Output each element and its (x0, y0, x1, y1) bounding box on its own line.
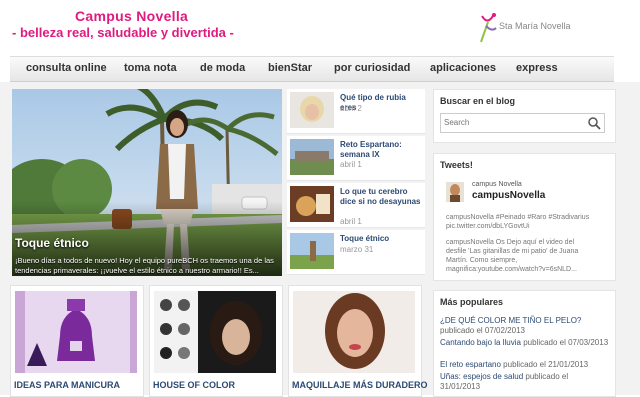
post-card[interactable]: IDEAS PARA MANICURA (10, 285, 144, 397)
search-icon[interactable] (587, 116, 601, 130)
popular-link[interactable]: El reto espartano (440, 360, 501, 369)
tweets-widget-title: Tweets! (440, 160, 473, 170)
post-thumbnail (290, 139, 334, 175)
brand-logo[interactable]: Sta María Novella (478, 12, 598, 46)
logo-mark-icon (480, 13, 497, 43)
featured-description: ¡Bueno días a todos de nuevo! Hoy el equ… (15, 256, 274, 275)
post-thumbnail (290, 92, 334, 128)
popular-link[interactable]: Uñas: espejos de salud (440, 372, 523, 381)
nav-item-toma-nota[interactable]: toma nota (124, 62, 177, 74)
nav-item-consulta-online[interactable]: consulta online (26, 62, 107, 74)
post-thumbnail (290, 186, 334, 222)
post-thumbnail (290, 233, 334, 269)
popular-date: publicado el 21/01/2013 (503, 360, 589, 369)
twitter-handle[interactable]: campusNovella (472, 190, 545, 201)
card-title[interactable]: MAQUILLAJE MÁS DURADERO (292, 380, 428, 390)
popular-widget-title: Más populares (440, 297, 504, 307)
popular-item: ¿DE QUÉ COLOR ME TIÑO EL PELO? publicado… (440, 316, 610, 336)
search-widget-title: Buscar en el blog (440, 96, 516, 106)
tweet-text-line: desfile 'Las gitanillas de mi patio' de … (446, 248, 579, 255)
post-title[interactable]: Reto Espartano: semana IX (340, 140, 422, 160)
post-date: abril 1 (340, 160, 362, 169)
post-date: abril 2 (340, 104, 362, 113)
post-title[interactable]: Toque étnico (340, 234, 422, 244)
post-card[interactable]: MAQUILLAJE MÁS DURADERO (288, 285, 428, 397)
tweet-text-line: Martín. Como siempre, (446, 257, 518, 264)
search-box (440, 113, 605, 133)
popular-link[interactable]: ¿DE QUÉ COLOR ME TIÑO EL PELO? (440, 316, 581, 325)
popular-date: publicado el 07/03/2013 (523, 338, 609, 347)
card-title[interactable]: IDEAS PARA MANICURA (14, 380, 120, 390)
twitter-avatar[interactable] (446, 182, 464, 202)
tweet-text-line: magnifica:youtube.com/watch?v=6sNLD... (446, 266, 577, 273)
tweets-widget: Tweets! campus Novella campusNovella cam… (433, 153, 616, 281)
post-card[interactable]: HOUSE OF COLOR (149, 285, 283, 397)
site-title[interactable]: Campus Novella (75, 8, 188, 24)
card-title[interactable]: HOUSE OF COLOR (153, 380, 235, 390)
popular-date: publicado el 07/02/2013 (440, 326, 525, 335)
popular-item: Uñas: espejos de salud publicado el 31/0… (440, 372, 610, 392)
list-item[interactable]: Lo que tu cerebro dice si no desayunas a… (287, 183, 425, 228)
popular-item: Cantando bajo la lluvia publicado el 07/… (440, 338, 610, 348)
featured-title[interactable]: Toque étnico (15, 236, 89, 250)
site-header: Campus Novella - belleza real, saludable… (0, 0, 640, 56)
post-date: marzo 31 (340, 245, 374, 254)
post-title[interactable]: Lo que tu cerebro dice si no desayunas (340, 187, 422, 207)
card-image (154, 291, 276, 373)
twitter-display-name: campus Novella (472, 181, 522, 188)
card-image (293, 291, 415, 373)
post-date: abril 1 (340, 217, 362, 226)
popular-link[interactable]: Cantando bajo la lluvia (440, 338, 521, 347)
nav-item-de-moda[interactable]: de moda (200, 62, 245, 74)
tweet-text: campusNovella #Peinado #Raro #Stradivari… (446, 214, 590, 230)
nav-item-aplicaciones[interactable]: aplicaciones (430, 62, 496, 74)
recent-posts-list: Qué tipo de rubia eres abril 2 Reto Espa… (287, 89, 425, 276)
featured-post[interactable]: Toque étnico ¡Bueno días a todos de nuev… (12, 89, 282, 276)
popular-posts-widget: Más populares ¿DE QUÉ COLOR ME TIÑO EL P… (433, 290, 616, 397)
search-input[interactable] (441, 114, 587, 130)
logo-text: Sta María Novella (499, 21, 571, 31)
site-tagline: - belleza real, saludable y divertida - (12, 25, 234, 40)
card-image (15, 291, 137, 373)
main-nav: consulta online toma nota de moda bienSt… (10, 56, 614, 82)
nav-item-por-curiosidad[interactable]: por curiosidad (334, 62, 410, 74)
list-item[interactable]: Toque étnico marzo 31 (287, 230, 425, 275)
search-widget: Buscar en el blog (433, 89, 616, 143)
popular-item: El reto espartano publicado el 21/01/201… (440, 360, 610, 370)
tweet-text-line: campusNovella Os Dejo aquí el video del (446, 239, 575, 246)
list-item[interactable]: Reto Espartano: semana IX abril 1 (287, 136, 425, 181)
nav-item-bienstar[interactable]: bienStar (268, 62, 312, 74)
list-item[interactable]: Qué tipo de rubia eres abril 2 (287, 89, 425, 134)
nav-item-express[interactable]: express (516, 62, 558, 74)
